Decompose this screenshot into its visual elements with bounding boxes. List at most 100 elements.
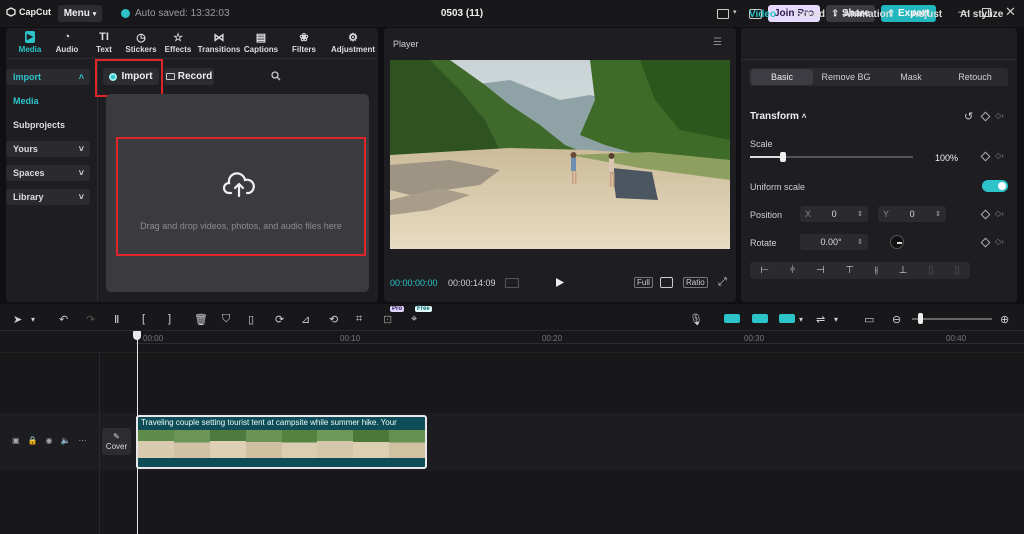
speaker-icon[interactable]: 🔈 bbox=[61, 436, 71, 445]
smart-crop-icon[interactable]: ⊡ bbox=[383, 313, 392, 326]
tab-video[interactable]: Video bbox=[749, 9, 776, 20]
rotate-field[interactable]: 0.00° ⇕ bbox=[800, 234, 868, 250]
layout-chevron-icon[interactable]: ▾ bbox=[733, 8, 737, 16]
stepper-icon[interactable]: ⇕ bbox=[857, 210, 863, 218]
subtab-retouch[interactable]: Retouch bbox=[944, 69, 1006, 85]
keyframe-nav-icon[interactable]: ◇› bbox=[995, 151, 1004, 160]
zoom-slider-track[interactable] bbox=[912, 318, 992, 320]
time-ruler[interactable] bbox=[136, 331, 1024, 343]
shield-icon[interactable]: ⛉ bbox=[222, 313, 230, 326]
sidebar-item-media[interactable]: Media bbox=[6, 93, 90, 109]
align-center-h-icon[interactable]: ⫩ bbox=[790, 265, 796, 276]
playhead-line[interactable] bbox=[137, 334, 138, 534]
subtab-mask[interactable]: Mask bbox=[880, 69, 942, 85]
chevron-down-icon[interactable]: ▾ bbox=[31, 315, 35, 324]
auto-snap-icon[interactable] bbox=[752, 314, 768, 323]
scale-value[interactable]: 100% bbox=[935, 153, 958, 163]
tab-filters[interactable]: ❀ Filters bbox=[285, 31, 323, 54]
keyframe-nav-icon[interactable]: ◇› bbox=[995, 111, 1004, 120]
track-type-icon[interactable]: ▣ bbox=[12, 436, 20, 445]
select-tool-icon[interactable]: ➤ bbox=[13, 313, 22, 326]
scale-slider-handle[interactable] bbox=[779, 152, 786, 162]
reset-icon[interactable]: ↺ bbox=[964, 110, 973, 123]
sidebar-item-import[interactable]: Import ˄ bbox=[6, 69, 90, 85]
crop-icon[interactable]: ⌗ bbox=[356, 313, 362, 326]
mirror-icon[interactable]: ⊿ bbox=[301, 313, 310, 326]
playhead-handle[interactable] bbox=[133, 331, 141, 340]
distribute-h-icon[interactable]: ▯ bbox=[928, 265, 934, 276]
keyframe-nav-icon[interactable]: ◇› bbox=[995, 209, 1004, 218]
tab-audio[interactable]: ◔ Audio bbox=[48, 31, 86, 54]
video-preview[interactable] bbox=[390, 60, 730, 249]
align-left-icon[interactable]: ⊢ bbox=[760, 265, 769, 276]
freeze-icon[interactable]: ▯ bbox=[248, 313, 254, 326]
stepper-icon[interactable]: ⇕ bbox=[857, 238, 863, 246]
preview-axis-icon[interactable]: ⇌ bbox=[816, 313, 825, 326]
keyframe-nav-icon[interactable]: ◇› bbox=[995, 237, 1004, 246]
sidebar-item-library[interactable]: Library ˅ bbox=[6, 189, 90, 205]
main-track-magnet-icon[interactable] bbox=[724, 314, 740, 323]
rotate-dial-icon[interactable] bbox=[890, 235, 904, 249]
tab-transitions[interactable]: ⋈ Transitions bbox=[196, 31, 242, 54]
project-title[interactable]: 0503 (11) bbox=[420, 8, 504, 19]
record-button[interactable]: Record bbox=[164, 68, 214, 85]
more-icon[interactable]: ⋯ bbox=[78, 436, 86, 445]
sidebar-item-spaces[interactable]: Spaces ˅ bbox=[6, 165, 90, 181]
tab-adjust[interactable]: Adjust bbox=[911, 9, 942, 20]
video-clip[interactable]: Traveling couple setting tourist tent at… bbox=[136, 415, 427, 469]
uniform-scale-toggle[interactable] bbox=[982, 180, 1008, 192]
menu-button[interactable]: Menu ▾ bbox=[58, 5, 102, 22]
tab-captions[interactable]: ▤ Captions bbox=[242, 31, 280, 54]
tab-text[interactable]: TI Text bbox=[85, 31, 123, 54]
zoom-slider-handle[interactable] bbox=[918, 313, 923, 324]
split-icon[interactable]: Ⅱ bbox=[114, 313, 119, 326]
sidebar-item-yours[interactable]: Yours ˅ bbox=[6, 141, 90, 157]
cover-button[interactable]: ✎ Cover bbox=[102, 428, 131, 455]
undo-icon[interactable]: ↶ bbox=[59, 313, 68, 326]
align-bottom-icon[interactable]: ⊥ bbox=[899, 265, 908, 276]
zoom-in-icon[interactable]: ⊕ bbox=[1000, 313, 1009, 326]
comment-icon[interactable]: ▭ bbox=[864, 313, 874, 326]
delete-icon[interactable]: 🗑 bbox=[194, 313, 208, 326]
split-right-icon[interactable]: ] bbox=[168, 313, 171, 325]
distribute-v-icon[interactable]: ▯ bbox=[954, 265, 960, 276]
chevron-down-icon[interactable]: ▾ bbox=[799, 315, 803, 324]
stepper-icon[interactable]: ⇕ bbox=[935, 210, 941, 218]
search-icon[interactable] bbox=[271, 71, 281, 81]
redo-icon[interactable]: ↷ bbox=[86, 313, 95, 326]
replay-icon[interactable]: ⟳ bbox=[275, 313, 284, 326]
microphone-icon[interactable]: 🎙 bbox=[689, 313, 703, 326]
grid-icon[interactable] bbox=[505, 278, 519, 288]
tab-media[interactable]: ▶ Media bbox=[11, 31, 49, 54]
lock-icon[interactable]: 🔒 bbox=[28, 436, 38, 445]
play-icon[interactable] bbox=[555, 277, 565, 288]
subtab-remove-bg[interactable]: Remove BG bbox=[815, 69, 877, 85]
fullscreen-icon[interactable]: ⤢ bbox=[718, 276, 727, 289]
position-x-field[interactable]: X 0 ⇕ bbox=[800, 206, 868, 222]
align-top-icon[interactable]: ⊤ bbox=[845, 265, 854, 276]
cutout-icon[interactable]: ⌖ bbox=[411, 313, 417, 326]
split-left-icon[interactable]: [ bbox=[142, 313, 145, 325]
layout-icon[interactable] bbox=[717, 9, 729, 19]
tab-adjustment[interactable]: ⚙ Adjustment bbox=[330, 31, 376, 54]
tab-ai-stylize[interactable]: AI stylize bbox=[960, 9, 1003, 20]
sidebar-item-subprojects[interactable]: Subprojects bbox=[6, 117, 90, 133]
rotate-icon[interactable]: ⟲ bbox=[329, 313, 338, 326]
tab-speed[interactable]: Speed bbox=[795, 9, 825, 20]
full-button[interactable]: Full bbox=[634, 277, 653, 288]
tab-animation[interactable]: Animation bbox=[843, 9, 892, 20]
import-button[interactable]: Import bbox=[103, 68, 159, 85]
player-menu-icon[interactable]: ☰ bbox=[713, 37, 722, 48]
align-right-icon[interactable]: ⊣ bbox=[816, 265, 825, 276]
zoom-out-icon[interactable]: ⊖ bbox=[892, 313, 901, 326]
ratio-button[interactable]: Ratio bbox=[683, 277, 708, 288]
eye-icon[interactable]: ◉ bbox=[46, 436, 53, 445]
tab-stickers[interactable]: ◷ Stickers bbox=[122, 31, 160, 54]
position-y-field[interactable]: Y 0 ⇕ bbox=[878, 206, 946, 222]
crop-frame-icon[interactable] bbox=[660, 277, 673, 288]
subtab-basic[interactable]: Basic bbox=[751, 69, 813, 85]
tab-effects[interactable]: ☆ Effects bbox=[159, 31, 197, 54]
close-icon[interactable]: ✕ bbox=[1005, 4, 1016, 20]
chevron-down-icon[interactable]: ▾ bbox=[834, 315, 838, 324]
align-center-v-icon[interactable]: ⫲ bbox=[875, 265, 878, 276]
